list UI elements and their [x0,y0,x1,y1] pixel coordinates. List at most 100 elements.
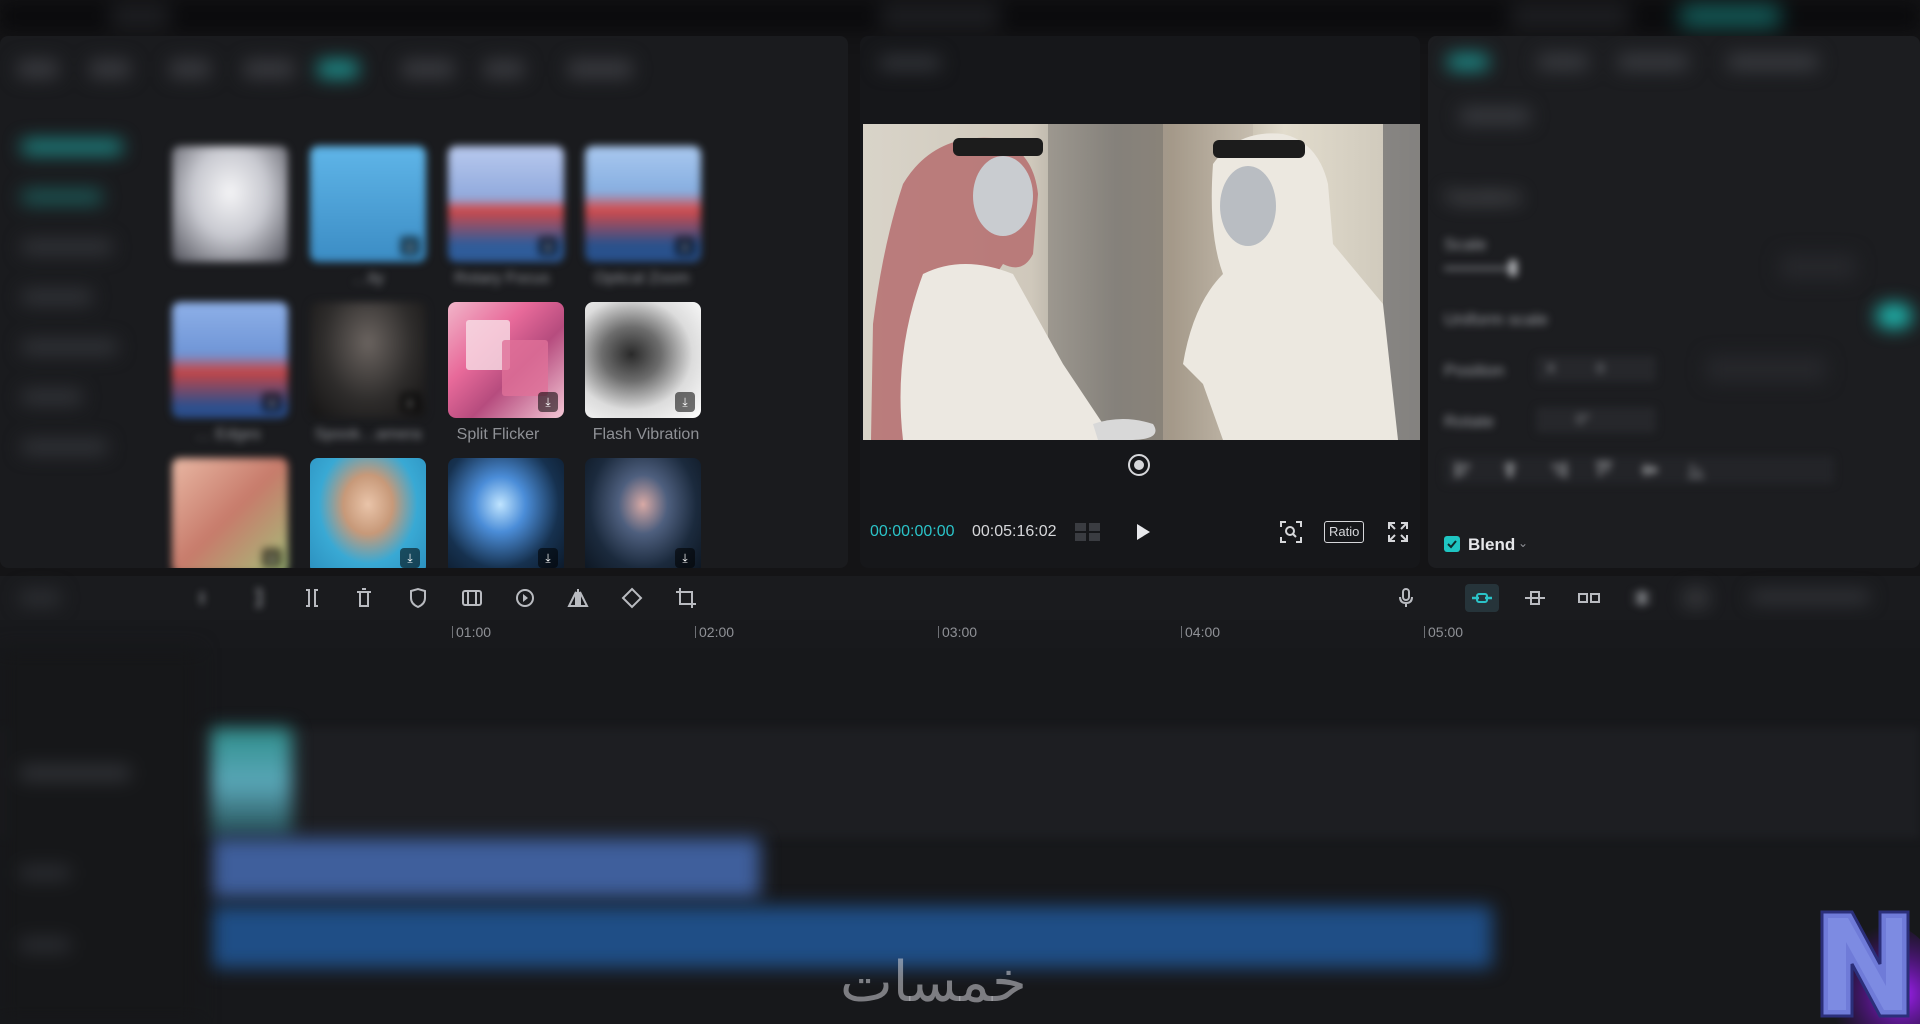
khamsat-watermark: خمسات [840,950,1027,1015]
timeline-grid-icon[interactable] [1074,522,1102,542]
align-right-icon[interactable] [1548,460,1568,480]
download-icon[interactable]: ⤓ [675,548,695,568]
category-item[interactable] [22,290,92,304]
category-item[interactable] [22,190,102,204]
magnet-link-icon [1472,593,1492,603]
tab-adjustment[interactable] [568,60,632,78]
delete-icon[interactable] [352,586,376,610]
tab-transitions[interactable] [402,60,454,78]
ratio-button[interactable]: Ratio [1324,521,1365,543]
align-bottom-icon[interactable] [1686,460,1706,480]
align-middle-icon[interactable] [1640,460,1660,480]
position-y-field[interactable] [1706,356,1826,382]
split-left-icon[interactable] [248,586,272,610]
category-item[interactable] [22,240,112,254]
player-header [860,36,1420,86]
tab-media[interactable] [18,60,58,78]
download-icon[interactable]: ⤓ [675,236,695,256]
ruler-tick: 03:00 [938,624,977,640]
total-duration: 00:05:16:02 [972,523,1057,540]
export-button[interactable] [1680,6,1780,26]
effect-thumbnail[interactable]: ⤓ [585,146,701,262]
download-icon[interactable]: ⤓ [262,548,282,568]
effect-label: …ity [352,270,384,287]
slider-track [1444,267,1514,270]
preview-axis-icon[interactable] [1630,586,1654,610]
snapshot-icon[interactable] [1128,454,1150,476]
freeze-frame-icon[interactable] [460,586,484,610]
tab-speed[interactable] [1618,54,1688,70]
main-track-magnet-toggle[interactable] [1465,584,1499,612]
position-x-field[interactable]: X 0 [1536,356,1656,382]
download-icon[interactable]: ⤓ [400,392,420,412]
tab-effects[interactable] [318,60,358,78]
slider-handle[interactable] [1509,260,1517,276]
play-icon[interactable] [1130,520,1154,544]
mirror-icon[interactable] [566,586,590,610]
align-center-icon[interactable] [1500,460,1520,480]
effect-thumbnail[interactable]: ⤓ [310,146,426,262]
align-left-icon[interactable] [1454,460,1474,480]
audio-clip[interactable] [212,838,760,898]
blend-checkbox[interactable] [1444,536,1460,552]
tab-animation[interactable] [1538,54,1588,70]
chevron-down-icon[interactable]: ⌄ [1518,536,1528,550]
timeline-zoom-slider[interactable] [1750,592,1870,602]
tab-filters[interactable] [484,60,524,78]
download-icon[interactable]: ⤓ [675,392,695,412]
zoom-fit-icon[interactable] [1279,520,1303,544]
effect-thumbnail[interactable]: ⤓ [585,458,701,568]
position-label: Position [1444,361,1505,380]
split-icon[interactable] [300,586,324,610]
subtab-basic[interactable] [1460,108,1530,124]
crop-icon[interactable] [674,586,698,610]
ruler-tick: 02:00 [695,624,734,640]
ruler-tick: 01:00 [452,624,491,640]
track-header-label [20,766,130,780]
player-title-blob [880,56,940,70]
inspector-panel: Transform Scale Uniform scale Position X… [1428,36,1920,568]
effect-thumbnail[interactable]: ⤓ [448,146,564,262]
tab-text[interactable] [170,60,210,78]
video-preview[interactable] [863,124,1420,440]
rotate-field[interactable]: 0° [1536,407,1656,433]
auto-snap-icon[interactable] [1523,586,1547,610]
download-icon[interactable]: ⤓ [262,392,282,412]
download-icon[interactable]: ⤓ [538,236,558,256]
effect-thumbnail[interactable]: ⤓ [448,458,564,568]
effect-thumbnail[interactable]: ⤓ [585,302,701,418]
download-icon[interactable]: ⤓ [400,548,420,568]
shield-icon[interactable] [406,586,430,610]
effect-thumbnail[interactable]: ⤓ [172,458,288,568]
tab-video[interactable] [1448,54,1488,70]
effect-thumbnail[interactable]: ⤓ [310,302,426,418]
microphone-icon[interactable] [1394,586,1418,610]
category-item[interactable] [22,340,117,354]
video-clip[interactable] [210,728,292,838]
scale-value-field[interactable] [1780,254,1856,280]
caption-icon[interactable] [1684,586,1708,610]
effect-thumbnail[interactable] [172,146,288,262]
download-icon[interactable]: ⤓ [538,392,558,412]
effect-thumbnail[interactable]: ⤓ [310,458,426,568]
rotate-icon[interactable] [620,586,644,610]
uniform-scale-toggle[interactable] [1876,304,1912,328]
effect-thumbnail[interactable]: ⤓ [172,302,288,418]
track-headers [0,648,200,1024]
track-header-label [20,866,70,880]
tab-audio[interactable] [90,60,130,78]
download-icon[interactable]: ⤓ [538,548,558,568]
undo-icon[interactable] [196,586,220,610]
track-header-label [20,938,70,952]
category-item[interactable] [22,140,122,154]
effect-thumbnail[interactable]: ⤓ [448,302,564,418]
fullscreen-icon[interactable] [1387,521,1409,543]
align-top-icon[interactable] [1594,460,1614,480]
category-item[interactable] [22,390,82,404]
linkage-icon[interactable] [1577,586,1601,610]
category-item[interactable] [22,440,107,454]
download-icon[interactable]: ⤓ [400,236,420,256]
tab-stickers[interactable] [244,60,294,78]
tab-adjust[interactable] [1728,54,1818,70]
reverse-icon[interactable] [513,586,537,610]
